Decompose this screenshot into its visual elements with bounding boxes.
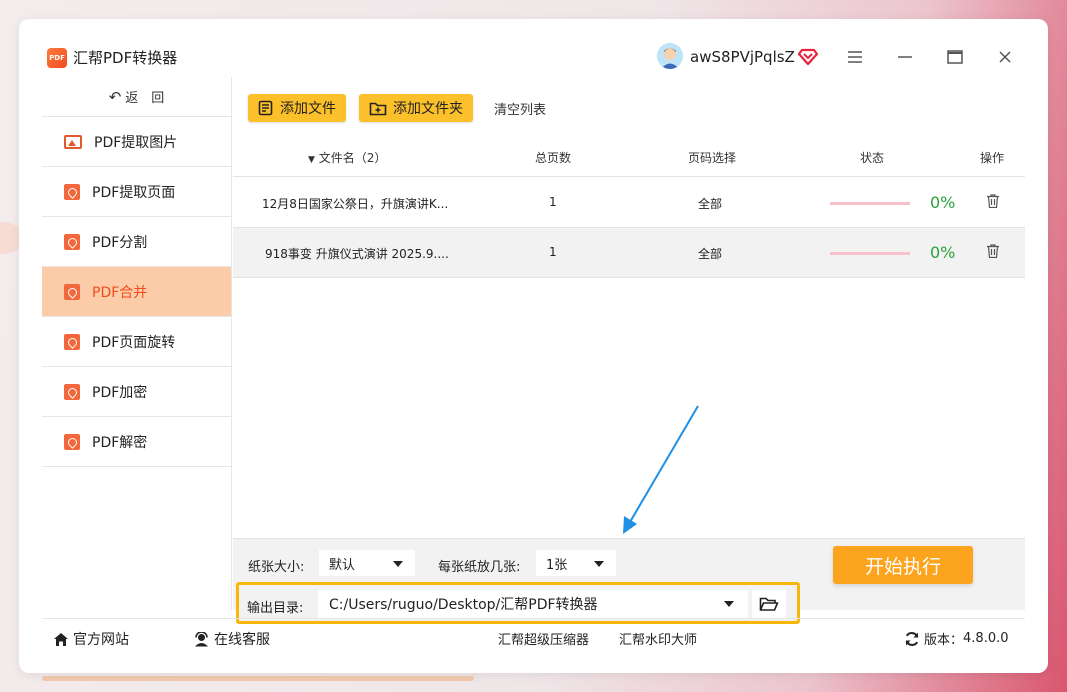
sidebar-item-merge[interactable]: PDF合并 bbox=[42, 267, 231, 317]
image-icon bbox=[64, 134, 82, 149]
progress-bar bbox=[830, 202, 910, 205]
per-sheet-select[interactable]: 1张 bbox=[536, 550, 616, 576]
add-folder-label: 添加文件夹 bbox=[393, 101, 463, 117]
sidebar-item-label: PDF提取图片 bbox=[94, 134, 178, 151]
sidebar-item-extract-pages[interactable]: PDF提取页面 bbox=[42, 167, 231, 217]
column-page-select: 页码选择 bbox=[688, 151, 737, 165]
add-folder-button[interactable]: 添加文件夹 bbox=[359, 94, 473, 122]
sidebar-item-label: PDF加密 bbox=[92, 384, 148, 401]
menu-icon[interactable] bbox=[843, 45, 867, 69]
sidebar-item-extract-images[interactable]: PDF提取图片 bbox=[42, 117, 231, 167]
pdf-icon bbox=[64, 383, 80, 400]
paper-size-select[interactable]: 默认 bbox=[319, 550, 415, 576]
title-bar: PDF 汇帮PDF转换器 awS8PVjPqlsZ bbox=[19, 19, 1048, 77]
home-icon bbox=[54, 632, 68, 646]
pdf-icon bbox=[64, 283, 80, 300]
delete-icon[interactable] bbox=[987, 244, 999, 259]
sidebar-item-label: PDF提取页面 bbox=[92, 184, 176, 201]
paper-size-label: 纸张大小: bbox=[248, 560, 305, 575]
row-page-select[interactable]: 全部 bbox=[698, 195, 722, 212]
sidebar-item-label: PDF解密 bbox=[92, 434, 148, 451]
per-sheet-label: 每张纸放几张: bbox=[438, 560, 521, 575]
progress-bar bbox=[830, 252, 910, 255]
add-file-icon bbox=[258, 100, 273, 116]
add-folder-icon bbox=[369, 102, 387, 116]
app-title: 汇帮PDF转换器 bbox=[73, 49, 178, 67]
column-pages: 总页数 bbox=[535, 151, 572, 165]
version-number: 4.8.0.0 bbox=[963, 631, 1009, 646]
sidebar-item-encrypt[interactable]: PDF加密 bbox=[42, 367, 231, 417]
status-bar: 官方网站 在线客服 汇帮超级压缩器 汇帮水印大师 版本： 4.8.0.0 bbox=[42, 618, 1025, 656]
output-label: 输出目录: bbox=[247, 601, 304, 616]
sidebar-item-decrypt[interactable]: PDF解密 bbox=[42, 417, 231, 467]
official-website-link[interactable]: 官方网站 bbox=[53, 629, 129, 649]
progress-percent: 0% bbox=[930, 243, 956, 262]
minimize-button[interactable] bbox=[893, 45, 917, 69]
app-logo-icon: PDF bbox=[47, 48, 67, 68]
pdf-icon bbox=[64, 183, 80, 200]
add-file-label: 添加文件 bbox=[280, 101, 336, 117]
progress-percent: 0% bbox=[930, 193, 956, 212]
pdf-icon bbox=[64, 433, 80, 450]
chevron-down-icon bbox=[393, 561, 403, 567]
table-row[interactable]: 12月8日国家公祭日，升旗演讲K... 1 全部 0% bbox=[233, 178, 1025, 228]
sidebar-item-label: PDF页面旋转 bbox=[92, 334, 176, 351]
back-button[interactable]: ↶ 返 回 bbox=[42, 77, 231, 117]
sidebar: ↶ 返 回 PDF提取图片 PDF提取页面 PDF分割 PDF合并 PDF页面旋… bbox=[42, 77, 232, 610]
sidebar-item-split[interactable]: PDF分割 bbox=[42, 217, 231, 267]
row-pages: 1 bbox=[549, 245, 557, 259]
user-name[interactable]: awS8PVjPqlsZ bbox=[690, 47, 795, 67]
table-header: ▼ 文件名（2） 总页数 页码选择 状态 操作 bbox=[233, 135, 1025, 177]
table-row[interactable]: 918事变 升旗仪式演讲 2025.9.... 1 全部 0% bbox=[233, 228, 1025, 278]
start-button[interactable]: 开始执行 bbox=[833, 546, 973, 584]
row-filename: 12月8日国家公祭日，升旗演讲K... bbox=[262, 197, 449, 211]
refresh-icon bbox=[905, 631, 919, 646]
sort-desc-icon: ▼ bbox=[308, 155, 315, 165]
browse-folder-button[interactable] bbox=[752, 590, 786, 618]
row-filename: 918事变 升旗仪式演讲 2025.9.... bbox=[265, 247, 449, 261]
pdf-icon bbox=[64, 233, 80, 250]
version-info[interactable]: 版本： 4.8.0.0 bbox=[904, 629, 1009, 648]
column-action: 操作 bbox=[980, 151, 1005, 165]
row-page-select[interactable]: 全部 bbox=[698, 245, 722, 262]
clear-list-button[interactable]: 清空列表 bbox=[494, 99, 546, 118]
folder-open-icon bbox=[759, 597, 779, 611]
column-filename[interactable]: ▼ 文件名（2） bbox=[308, 149, 386, 166]
add-file-button[interactable]: 添加文件 bbox=[248, 94, 346, 122]
main-panel: 添加文件 添加文件夹 清空列表 ▼ 文件名（2） 总页数 页码选择 状态 操作 … bbox=[233, 77, 1025, 610]
back-label: 返 回 bbox=[125, 91, 165, 106]
online-support-link[interactable]: 在线客服 bbox=[193, 629, 270, 649]
maximize-button[interactable] bbox=[943, 45, 967, 69]
version-label: 版本： bbox=[924, 633, 964, 648]
app-window: PDF 汇帮PDF转换器 awS8PVjPqlsZ ↶ 返 回 PDF提取图片 … bbox=[19, 19, 1048, 673]
chevron-down-icon bbox=[594, 561, 604, 567]
toolbar: 添加文件 添加文件夹 清空列表 bbox=[233, 77, 1025, 135]
chevron-down-icon bbox=[724, 601, 734, 607]
sidebar-item-rotate[interactable]: PDF页面旋转 bbox=[42, 317, 231, 367]
watermark-link[interactable]: 汇帮水印大师 bbox=[619, 629, 697, 648]
support-agent-icon bbox=[195, 631, 208, 646]
pdf-icon bbox=[64, 333, 80, 350]
background-decoration-line bbox=[42, 676, 474, 681]
sidebar-item-label: PDF分割 bbox=[92, 234, 148, 251]
delete-icon[interactable] bbox=[987, 194, 999, 209]
row-pages: 1 bbox=[549, 195, 557, 209]
user-avatar[interactable] bbox=[657, 43, 683, 69]
output-path-select[interactable]: C:/Users/ruguo/Desktop/汇帮PDF转换器 bbox=[318, 590, 748, 618]
close-button[interactable] bbox=[993, 45, 1017, 69]
vip-diamond-icon[interactable] bbox=[797, 46, 819, 66]
sidebar-item-label: PDF合并 bbox=[92, 284, 148, 301]
compressor-link[interactable]: 汇帮超级压缩器 bbox=[498, 629, 589, 648]
back-arrow-icon: ↶ bbox=[108, 87, 122, 106]
column-status: 状态 bbox=[860, 151, 885, 165]
